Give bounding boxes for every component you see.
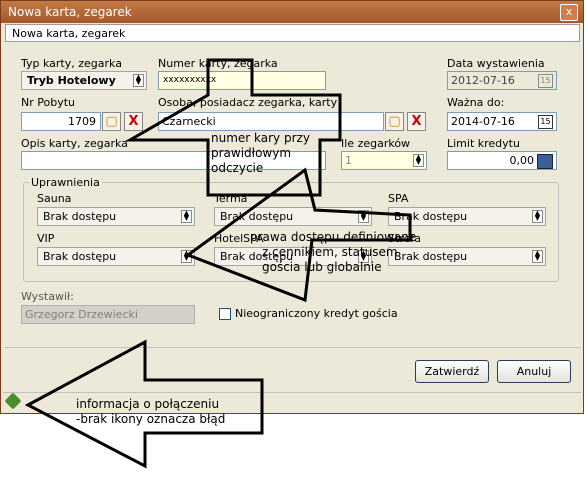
label-limit: Limit kredytu (447, 137, 520, 150)
calendar-icon[interactable]: 15 (538, 74, 553, 88)
calculator-icon[interactable] (537, 154, 553, 169)
spin-icon[interactable]: ▲ ▼ (413, 154, 424, 167)
label-nieograniczony: Nieograniczony kredyt gościa (235, 307, 398, 320)
spin-icon: ▲ ▼ (181, 210, 192, 223)
label-wystawil: Wystawił: (21, 290, 74, 303)
limit-input[interactable]: 0,00 (447, 151, 557, 170)
vip-select[interactable]: Brak dostępu ▲ ▼ (37, 247, 195, 266)
divider (5, 347, 581, 348)
sauna-select[interactable]: Brak dostępu ▲ ▼ (37, 207, 195, 226)
annotation-text-2: prawa dostępu definiowane z cennikiem, s… (250, 230, 416, 275)
calendar-icon[interactable]: 15 (538, 115, 553, 129)
wystawil-value: Grzegorz Drzewiecki (25, 308, 138, 321)
window-title: Nowa karta, zegarek (8, 5, 132, 19)
annotation-text-3: informacja o połączeniu -brak ikony ozna… (76, 397, 225, 427)
header-title: Nowa karta, zegarek (12, 27, 126, 40)
spin-icon: ▲ ▼ (532, 210, 543, 223)
label-typ: Typ karty, zegarka (21, 57, 122, 70)
label-numer: Numer karty, zegarka (158, 57, 278, 70)
numer-value: xxxxxxxxxx (163, 75, 217, 85)
ile-input[interactable]: 1 ▲ ▼ (341, 151, 427, 170)
annotation-line: -brak ikony oznacza błąd (76, 412, 226, 426)
label-uprawnienia: Uprawnienia (29, 176, 102, 189)
spin-icon: ▲ ▼ (133, 74, 144, 87)
spin-icon: ▲ ▼ (181, 250, 192, 263)
spin-icon: ▲ ▼ (532, 250, 543, 263)
anuluj-button[interactable]: Anuluj (497, 360, 571, 383)
wystawil-field: Grzegorz Drzewiecki (21, 305, 195, 324)
ile-value: 1 (345, 154, 352, 167)
label-ile: Ile zegarków (341, 137, 411, 150)
data-field[interactable]: 2012-07-16 15 (447, 71, 557, 90)
annotation-line: gościa lub globalnie (262, 260, 382, 274)
annotation-line: numer kary przy (211, 131, 310, 145)
label-spa: SPA (388, 192, 409, 205)
spa-select[interactable]: Brak dostępu ▲ ▼ (388, 207, 546, 226)
nr-pobytu-input[interactable]: 1709 (21, 112, 101, 131)
close-icon: x (565, 5, 573, 18)
delete-x-icon[interactable]: X (407, 112, 426, 131)
wazna-field[interactable]: 2014-07-16 15 (447, 112, 557, 131)
nr-pobytu-value: 1709 (68, 115, 96, 128)
annotation-line: prawidłowym (211, 146, 292, 160)
header-strip: Nowa karta, zegarek (5, 24, 580, 42)
typ-value: Tryb Hotelowy (27, 74, 116, 87)
data-value: 2012-07-16 (451, 74, 515, 87)
wazna-value: 2014-07-16 (451, 115, 515, 128)
vip-value: Brak dostępu (43, 250, 117, 263)
terma-value: Brak dostępu (220, 210, 294, 223)
label-terma: Terma (214, 192, 248, 205)
osoba-value: Czarnecki (162, 115, 216, 128)
label-sauna: Sauna (37, 192, 72, 205)
delete-x-icon[interactable]: X (124, 112, 143, 131)
label-osoba: Osoba, posiadacz zegarka, karty (158, 96, 338, 109)
terma-select[interactable]: Brak dostępu ▲ ▼ (214, 207, 372, 226)
dialog-window: Nowa karta, zegarek x Nowa karta, zegare… (0, 0, 584, 414)
numer-input[interactable]: xxxxxxxxxx (158, 71, 326, 90)
sauna-value: Brak dostępu (43, 210, 117, 223)
folder-icon[interactable]: ▢ (102, 112, 121, 131)
title-bar[interactable]: Nowa karta, zegarek x (1, 1, 583, 23)
annotation-line: z cennikiem, statusem (262, 245, 398, 259)
connection-icon (4, 392, 22, 410)
typ-select[interactable]: Tryb Hotelowy ▲ ▼ (21, 71, 147, 90)
annotation-line: prawa dostępu definiowane (250, 230, 417, 244)
limit-value: 0,00 (509, 154, 535, 167)
nieograniczony-checkbox[interactable] (219, 308, 231, 320)
label-vip: VIP (37, 232, 55, 245)
zatwierdz-button[interactable]: Zatwierdź (415, 360, 489, 383)
annotation-line: informacja o połączeniu (76, 397, 220, 411)
osoba-input[interactable]: Czarnecki (158, 112, 384, 131)
folder-icon[interactable]: ▢ (385, 112, 404, 131)
close-button[interactable]: x (560, 4, 578, 21)
label-wazna: Ważna do: (447, 96, 505, 109)
spa-value: Brak dostępu (394, 210, 468, 223)
spin-icon: ▲ ▼ (358, 210, 369, 223)
label-opis: Opis karty, zegarka (21, 137, 128, 150)
label-data: Data wystawienia (447, 57, 545, 70)
annotation-line: odczycie (211, 161, 264, 175)
label-nr-pobytu: Nr Pobytu (21, 96, 75, 109)
annotation-text-1: numer kary przy prawidłowym odczycie (211, 131, 310, 176)
